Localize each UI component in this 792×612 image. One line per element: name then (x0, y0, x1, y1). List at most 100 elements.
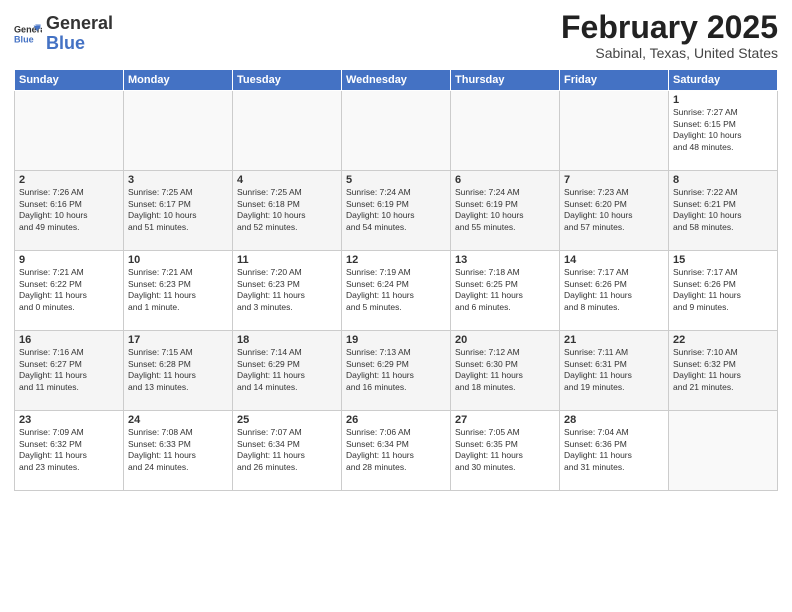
day-number: 23 (19, 414, 119, 426)
day-number: 4 (237, 174, 337, 186)
day-info: Sunrise: 7:19 AM Sunset: 6:24 PM Dayligh… (346, 267, 446, 313)
day-number: 12 (346, 254, 446, 266)
day-info: Sunrise: 7:09 AM Sunset: 6:32 PM Dayligh… (19, 427, 119, 473)
day-info: Sunrise: 7:14 AM Sunset: 6:29 PM Dayligh… (237, 347, 337, 393)
day-number: 28 (564, 414, 664, 426)
day-number: 5 (346, 174, 446, 186)
calendar-header: General Blue General Blue February 2025 … (14, 10, 778, 61)
day-number: 11 (237, 254, 337, 266)
day-info: Sunrise: 7:27 AM Sunset: 6:15 PM Dayligh… (673, 107, 773, 153)
calendar-cell-4-2: 25Sunrise: 7:07 AM Sunset: 6:34 PM Dayli… (233, 411, 342, 491)
week-row-4: 16Sunrise: 7:16 AM Sunset: 6:27 PM Dayli… (15, 331, 778, 411)
day-number: 25 (237, 414, 337, 426)
day-number: 2 (19, 174, 119, 186)
header-row: Sunday Monday Tuesday Wednesday Thursday… (15, 70, 778, 91)
calendar-cell-3-3: 19Sunrise: 7:13 AM Sunset: 6:29 PM Dayli… (342, 331, 451, 411)
calendar-cell-3-0: 16Sunrise: 7:16 AM Sunset: 6:27 PM Dayli… (15, 331, 124, 411)
col-thursday: Thursday (451, 70, 560, 91)
col-friday: Friday (560, 70, 669, 91)
day-info: Sunrise: 7:20 AM Sunset: 6:23 PM Dayligh… (237, 267, 337, 313)
calendar-cell-4-5: 28Sunrise: 7:04 AM Sunset: 6:36 PM Dayli… (560, 411, 669, 491)
day-number: 1 (673, 94, 773, 106)
calendar-cell-3-6: 22Sunrise: 7:10 AM Sunset: 6:32 PM Dayli… (669, 331, 778, 411)
day-info: Sunrise: 7:05 AM Sunset: 6:35 PM Dayligh… (455, 427, 555, 473)
day-number: 7 (564, 174, 664, 186)
logo-general: General (46, 14, 113, 34)
day-number: 18 (237, 334, 337, 346)
calendar-cell-0-0 (15, 91, 124, 171)
day-info: Sunrise: 7:25 AM Sunset: 6:18 PM Dayligh… (237, 187, 337, 233)
day-number: 16 (19, 334, 119, 346)
col-saturday: Saturday (669, 70, 778, 91)
calendar-cell-0-3 (342, 91, 451, 171)
day-number: 14 (564, 254, 664, 266)
calendar-cell-4-0: 23Sunrise: 7:09 AM Sunset: 6:32 PM Dayli… (15, 411, 124, 491)
day-number: 20 (455, 334, 555, 346)
day-info: Sunrise: 7:06 AM Sunset: 6:34 PM Dayligh… (346, 427, 446, 473)
calendar-cell-1-1: 3Sunrise: 7:25 AM Sunset: 6:17 PM Daylig… (124, 171, 233, 251)
day-number: 8 (673, 174, 773, 186)
calendar-cell-1-5: 7Sunrise: 7:23 AM Sunset: 6:20 PM Daylig… (560, 171, 669, 251)
day-info: Sunrise: 7:24 AM Sunset: 6:19 PM Dayligh… (455, 187, 555, 233)
calendar-cell-1-2: 4Sunrise: 7:25 AM Sunset: 6:18 PM Daylig… (233, 171, 342, 251)
day-number: 3 (128, 174, 228, 186)
calendar-cell-1-0: 2Sunrise: 7:26 AM Sunset: 6:16 PM Daylig… (15, 171, 124, 251)
day-info: Sunrise: 7:17 AM Sunset: 6:26 PM Dayligh… (564, 267, 664, 313)
day-info: Sunrise: 7:15 AM Sunset: 6:28 PM Dayligh… (128, 347, 228, 393)
day-number: 21 (564, 334, 664, 346)
calendar-cell-4-4: 27Sunrise: 7:05 AM Sunset: 6:35 PM Dayli… (451, 411, 560, 491)
location-subtitle: Sabinal, Texas, United States (561, 45, 778, 61)
calendar-cell-4-1: 24Sunrise: 7:08 AM Sunset: 6:33 PM Dayli… (124, 411, 233, 491)
month-title: February 2025 (561, 10, 778, 45)
calendar-cell-0-1 (124, 91, 233, 171)
day-info: Sunrise: 7:10 AM Sunset: 6:32 PM Dayligh… (673, 347, 773, 393)
day-info: Sunrise: 7:12 AM Sunset: 6:30 PM Dayligh… (455, 347, 555, 393)
calendar-thead: Sunday Monday Tuesday Wednesday Thursday… (15, 70, 778, 91)
calendar-cell-0-4 (451, 91, 560, 171)
col-wednesday: Wednesday (342, 70, 451, 91)
calendar-body: 1Sunrise: 7:27 AM Sunset: 6:15 PM Daylig… (15, 91, 778, 491)
calendar-container: General Blue General Blue February 2025 … (0, 0, 792, 612)
day-number: 9 (19, 254, 119, 266)
day-number: 24 (128, 414, 228, 426)
day-info: Sunrise: 7:21 AM Sunset: 6:22 PM Dayligh… (19, 267, 119, 313)
calendar-table: Sunday Monday Tuesday Wednesday Thursday… (14, 69, 778, 491)
day-number: 26 (346, 414, 446, 426)
day-info: Sunrise: 7:07 AM Sunset: 6:34 PM Dayligh… (237, 427, 337, 473)
calendar-cell-2-6: 15Sunrise: 7:17 AM Sunset: 6:26 PM Dayli… (669, 251, 778, 331)
calendar-cell-3-1: 17Sunrise: 7:15 AM Sunset: 6:28 PM Dayli… (124, 331, 233, 411)
day-info: Sunrise: 7:17 AM Sunset: 6:26 PM Dayligh… (673, 267, 773, 313)
calendar-cell-4-6 (669, 411, 778, 491)
calendar-cell-2-1: 10Sunrise: 7:21 AM Sunset: 6:23 PM Dayli… (124, 251, 233, 331)
day-info: Sunrise: 7:21 AM Sunset: 6:23 PM Dayligh… (128, 267, 228, 313)
day-info: Sunrise: 7:04 AM Sunset: 6:36 PM Dayligh… (564, 427, 664, 473)
day-number: 19 (346, 334, 446, 346)
day-info: Sunrise: 7:11 AM Sunset: 6:31 PM Dayligh… (564, 347, 664, 393)
logo-blue: Blue (46, 34, 113, 54)
calendar-cell-3-4: 20Sunrise: 7:12 AM Sunset: 6:30 PM Dayli… (451, 331, 560, 411)
calendar-cell-0-5 (560, 91, 669, 171)
day-number: 27 (455, 414, 555, 426)
day-info: Sunrise: 7:08 AM Sunset: 6:33 PM Dayligh… (128, 427, 228, 473)
title-block: February 2025 Sabinal, Texas, United Sta… (561, 10, 778, 61)
calendar-cell-0-2 (233, 91, 342, 171)
col-monday: Monday (124, 70, 233, 91)
col-tuesday: Tuesday (233, 70, 342, 91)
week-row-1: 1Sunrise: 7:27 AM Sunset: 6:15 PM Daylig… (15, 91, 778, 171)
calendar-cell-2-2: 11Sunrise: 7:20 AM Sunset: 6:23 PM Dayli… (233, 251, 342, 331)
day-number: 17 (128, 334, 228, 346)
calendar-cell-3-5: 21Sunrise: 7:11 AM Sunset: 6:31 PM Dayli… (560, 331, 669, 411)
day-number: 6 (455, 174, 555, 186)
day-info: Sunrise: 7:16 AM Sunset: 6:27 PM Dayligh… (19, 347, 119, 393)
week-row-3: 9Sunrise: 7:21 AM Sunset: 6:22 PM Daylig… (15, 251, 778, 331)
calendar-cell-0-6: 1Sunrise: 7:27 AM Sunset: 6:15 PM Daylig… (669, 91, 778, 171)
week-row-2: 2Sunrise: 7:26 AM Sunset: 6:16 PM Daylig… (15, 171, 778, 251)
day-info: Sunrise: 7:23 AM Sunset: 6:20 PM Dayligh… (564, 187, 664, 233)
calendar-cell-3-2: 18Sunrise: 7:14 AM Sunset: 6:29 PM Dayli… (233, 331, 342, 411)
day-info: Sunrise: 7:13 AM Sunset: 6:29 PM Dayligh… (346, 347, 446, 393)
logo: General Blue General Blue (14, 14, 113, 54)
day-number: 22 (673, 334, 773, 346)
day-number: 10 (128, 254, 228, 266)
week-row-5: 23Sunrise: 7:09 AM Sunset: 6:32 PM Dayli… (15, 411, 778, 491)
day-number: 13 (455, 254, 555, 266)
